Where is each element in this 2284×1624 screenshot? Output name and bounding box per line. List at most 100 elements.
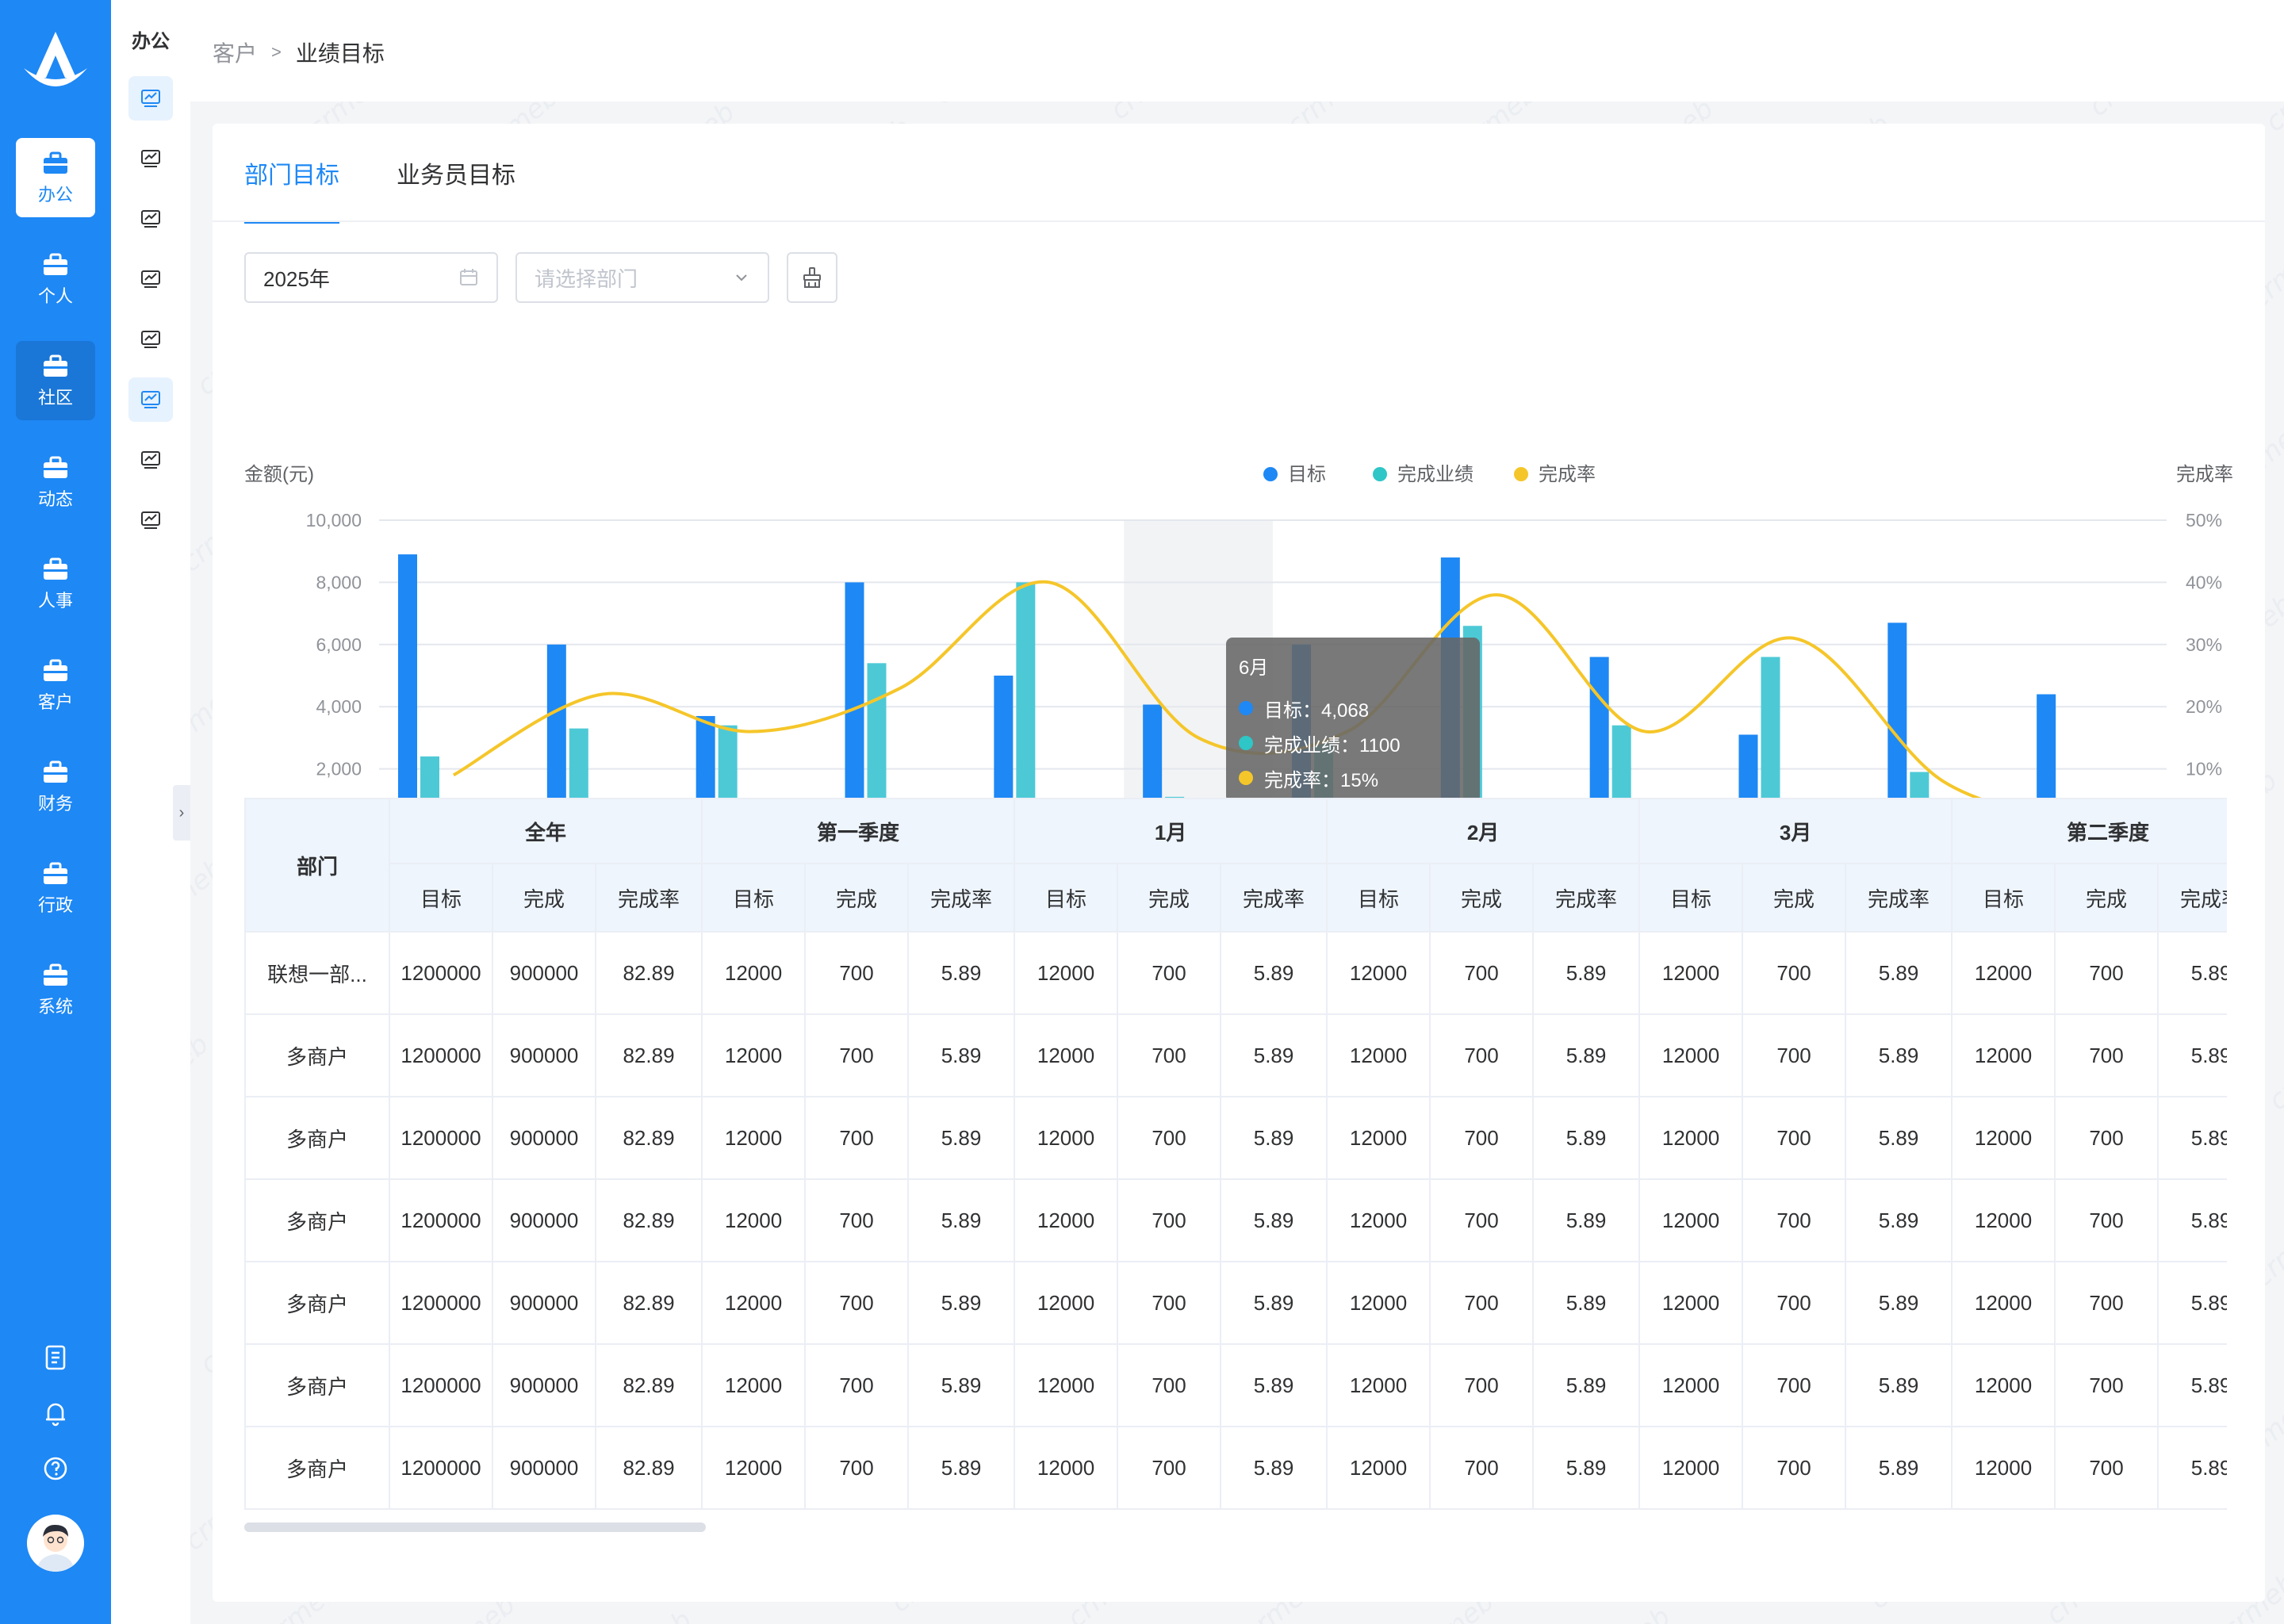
value-cell: 5.89 [2157, 931, 2227, 1015]
value-cell: 5.89 [907, 1343, 1016, 1427]
value-cell: 1200000 [389, 1426, 493, 1510]
table-row[interactable]: 多商户 1200000 900000 82.89 12000 700 5.89 12000 70… [244, 1096, 2227, 1180]
table-row[interactable]: 多商户 1200000 900000 82.89 12000 700 5.89 12000 70… [244, 1013, 2227, 1097]
y2-tick-label: 10% [2186, 759, 2222, 779]
value-cell: 5.89 [2157, 1178, 2227, 1262]
value-cell: 1200000 [389, 1178, 493, 1262]
value-cell: 700 [804, 1178, 910, 1262]
breadcrumb: 客户 > 业绩目标 [213, 36, 385, 68]
y2-tick-label: 40% [2186, 572, 2222, 592]
value-cell: 5.89 [1845, 1013, 1953, 1097]
subcol-header: 完成率 [1220, 863, 1328, 933]
nav-item-personal[interactable]: 个人 [16, 239, 95, 319]
briefcase-icon [44, 253, 67, 275]
group-header: 3月 [1638, 798, 1953, 864]
value-cell: 700 [1742, 931, 1847, 1015]
target-table-wrapper[interactable]: 部门 全年 第一季度 1月 2月 3月 第二季度 目标 完成 完成率 目标 完成 完成率 目标 完成 完成率目… [244, 798, 2227, 1527]
value-cell: 700 [1742, 1178, 1847, 1262]
nav-item-customer[interactable]: 客户 [16, 645, 95, 725]
legend-dot-icon [1514, 467, 1528, 481]
nav-item-office[interactable]: 办公 [16, 138, 95, 217]
dept-cell: 多商户 [244, 1426, 390, 1510]
document-list-icon[interactable] [41, 1343, 70, 1372]
nav-item-label: 人事 [37, 591, 73, 611]
sub-nav-item[interactable] [128, 136, 173, 181]
user-avatar[interactable] [27, 1515, 84, 1572]
value-cell: 700 [1429, 1261, 1535, 1345]
value-cell: 700 [1117, 1426, 1222, 1510]
nav-item-admin[interactable]: 行政 [16, 848, 95, 928]
tab-salesperson-target[interactable]: 业务员目标 [397, 124, 515, 220]
sub-nav-item[interactable] [128, 76, 173, 121]
target-table: 部门 全年 第一季度 1月 2月 3月 第二季度 目标 完成 完成率 目标 完成 完成率 目标 完成 完成率目… [244, 798, 2227, 1510]
legend-dot-icon [1239, 736, 1253, 750]
value-cell: 5.89 [1532, 931, 1641, 1015]
value-cell: 700 [1117, 1343, 1222, 1427]
subcol-header: 完成率 [594, 863, 703, 933]
nav-item-hr[interactable]: 人事 [16, 544, 95, 623]
y2-tick-label: 30% [2186, 634, 2222, 655]
value-cell: 5.89 [1532, 1178, 1641, 1262]
subcol-header: 完成率 [1845, 863, 1953, 933]
value-cell: 5.89 [907, 1096, 1016, 1180]
sub-nav-item[interactable] [128, 317, 173, 362]
y2-tick-label: 50% [2186, 510, 2222, 530]
value-cell: 5.89 [2157, 1013, 2227, 1097]
subcol-header: 目标 [701, 863, 807, 933]
sub-nav-item[interactable] [128, 377, 173, 422]
secondary-sidebar-title: 办公 [132, 31, 170, 52]
briefcase-icon [44, 760, 67, 783]
sub-nav-item[interactable] [128, 498, 173, 542]
nav-item-finance[interactable]: 财务 [16, 747, 95, 826]
table-row[interactable]: 多商户 1200000 900000 82.89 12000 700 5.89 12000 70… [244, 1178, 2227, 1262]
legend-label: 目标 [1288, 464, 1326, 485]
subcol-header: 完成 [2054, 863, 2159, 933]
nav-item-label: 客户 [37, 692, 73, 712]
year-picker[interactable]: 2025年 [244, 252, 498, 303]
tab-bar: 部门目标 业务员目标 [244, 124, 515, 224]
group-header: 第二季度 [1951, 798, 2227, 864]
main-card: 部门目标 业务员目标 2025年 请选择部门 金额(元) 完成率 2,000 1… [213, 124, 2265, 1602]
department-select-placeholder: 请选择部门 [535, 266, 638, 291]
department-select[interactable]: 请选择部门 [515, 252, 769, 303]
help-circle-icon[interactable] [41, 1454, 70, 1483]
table-row[interactable]: 多商户 1200000 900000 82.89 12000 700 5.89 12000 70… [244, 1261, 2227, 1345]
value-cell: 700 [1117, 1013, 1222, 1097]
subcol-header: 目标 [1326, 863, 1431, 933]
bell-icon[interactable] [41, 1399, 70, 1427]
sub-nav-item[interactable] [128, 438, 173, 482]
table-row[interactable]: 多商户 1200000 900000 82.89 12000 700 5.89 12000 70… [244, 1343, 2227, 1427]
nav-item-label: 个人 [37, 286, 73, 306]
nav-item-community[interactable]: 社区 [16, 341, 95, 420]
subcol-header: 完成率 [907, 863, 1016, 933]
value-cell: 5.89 [1845, 1343, 1953, 1427]
value-cell: 12000 [1014, 1178, 1119, 1262]
value-cell: 700 [1742, 1013, 1847, 1097]
table-row[interactable]: 多商户 1200000 900000 82.89 12000 700 5.89 12000 70… [244, 1426, 2227, 1510]
sub-nav-item[interactable] [128, 197, 173, 241]
chart-monitor-icon [141, 511, 160, 529]
tab-department-target[interactable]: 部门目标 [244, 124, 339, 224]
breadcrumb-parent[interactable]: 客户 [213, 36, 257, 68]
legend-dot-icon [1239, 701, 1253, 715]
clear-filter-button[interactable] [787, 252, 837, 303]
collapse-sidebar-handle[interactable]: › [173, 785, 190, 841]
horizontal-scrollbar[interactable] [244, 1522, 706, 1532]
nav-item-system[interactable]: 系统 [16, 950, 95, 1029]
value-cell: 5.89 [1532, 1426, 1641, 1510]
value-cell: 700 [1429, 1343, 1535, 1427]
chart-monitor-icon [141, 270, 160, 288]
nav-item-activity[interactable]: 动态 [16, 442, 95, 522]
top-header: 客户 > 业绩目标 [190, 0, 2284, 102]
sub-nav-item[interactable] [128, 257, 173, 301]
value-cell: 5.89 [1532, 1261, 1641, 1345]
value-cell: 900000 [492, 1261, 596, 1345]
y-tick-label: 6,000 [316, 634, 362, 655]
briefcase-icon [44, 659, 67, 681]
nav-item-label: 社区 [37, 388, 73, 408]
value-cell: 12000 [1014, 1261, 1119, 1345]
dept-cell: 多商户 [244, 1343, 390, 1427]
app-logo[interactable] [19, 29, 92, 95]
value-cell: 5.89 [907, 1178, 1016, 1262]
table-row[interactable]: 联想一部... 1200000 900000 82.89 12000 700 5.89 120… [244, 931, 2227, 1015]
